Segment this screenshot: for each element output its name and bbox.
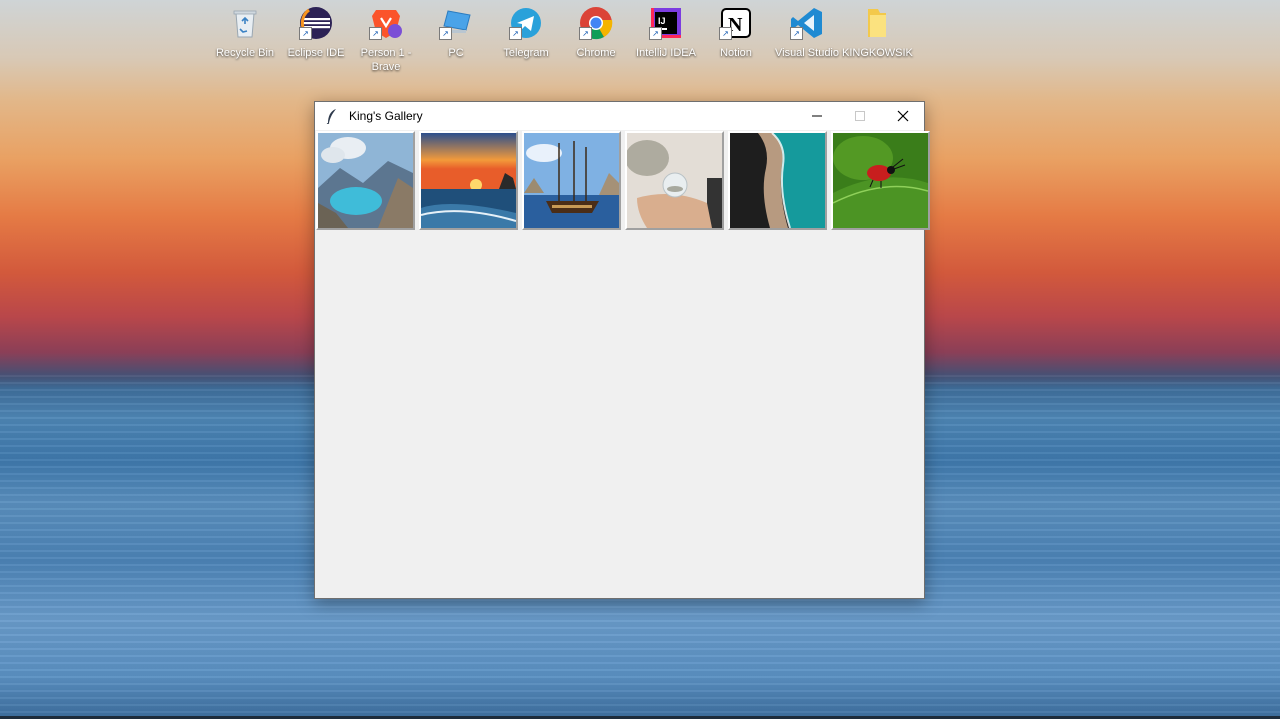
feather-icon — [323, 107, 341, 125]
shortcut-arrow-icon: ↗ — [439, 27, 452, 40]
desktop-icon-chrome[interactable]: ↗ Chrome — [561, 4, 631, 60]
desktop-icon-brave[interactable]: ↗ Person 1 - Brave — [351, 4, 421, 74]
desktop-icon-label: Visual Studio — [774, 47, 839, 59]
desktop-icon-label: Notion — [720, 47, 752, 59]
close-icon — [897, 110, 908, 122]
eclipse-icon: ↗ — [299, 6, 333, 40]
desktop-icon-recycle-bin[interactable]: Recycle Bin — [210, 4, 280, 60]
window-controls — [795, 102, 924, 130]
folder-icon — [860, 6, 894, 40]
desktop-icon-telegram[interactable]: ↗ Telegram — [491, 4, 561, 60]
sunset-beach-thumbnail[interactable] — [419, 131, 518, 230]
maximize-icon — [854, 111, 865, 121]
desktop-icon-intellij[interactable]: IJ ↗ IntelliJ IDEA — [631, 4, 701, 60]
pc-icon: ↗ — [439, 6, 473, 40]
notion-icon: N ↗ — [719, 6, 753, 40]
telegram-icon: ↗ — [509, 6, 543, 40]
shortcut-arrow-icon: ↗ — [579, 27, 592, 40]
shortcut-arrow-icon: ↗ — [649, 27, 662, 40]
maximize-button[interactable] — [838, 102, 881, 130]
desktop-icon-folder[interactable]: KINGKOWSIK — [842, 4, 913, 60]
vscode-icon: ↗ — [790, 6, 824, 40]
desktop-icon-label: Person 1 - Brave — [360, 47, 412, 73]
mountain-lake-thumbnail[interactable] — [316, 131, 415, 230]
shortcut-arrow-icon: ↗ — [790, 27, 803, 40]
window-title: King's Gallery — [349, 109, 423, 123]
desktop-icon-eclipse[interactable]: ↗ Eclipse IDE — [281, 4, 351, 60]
minimize-button[interactable] — [795, 102, 838, 130]
desktop-icon-label: Chrome — [576, 47, 616, 59]
shortcut-arrow-icon: ↗ — [369, 27, 382, 40]
desktop-icon-label: PC — [448, 47, 464, 59]
desktop: Recycle Bin ↗ Eclipse IDE ↗ Person 1 - B… — [0, 0, 1280, 719]
desktop-icon-notion[interactable]: N ↗ Notion — [701, 4, 771, 60]
desktop-icon-label: KINGKOWSIK — [842, 47, 913, 59]
crystal-ball-hand-thumbnail[interactable] — [625, 131, 724, 230]
gallery-window: King's Gallery — [314, 101, 930, 599]
desktop-icon-label: Recycle Bin — [215, 47, 275, 59]
desktop-icon-label: Eclipse IDE — [287, 47, 345, 59]
desktop-icon-pc[interactable]: ↗ PC — [421, 4, 491, 60]
brave-icon: ↗ — [369, 6, 403, 40]
desktop-icon-vscode[interactable]: ↗ Visual Studio — [772, 4, 842, 60]
sailing-ship-thumbnail[interactable] — [522, 131, 621, 230]
recycle-bin-icon — [228, 6, 262, 40]
title-bar[interactable]: King's Gallery — [315, 102, 924, 130]
close-button[interactable] — [881, 102, 924, 130]
intellij-icon: IJ ↗ — [649, 6, 683, 40]
desktop-icon-label: Telegram — [503, 47, 549, 59]
svg-text:IJ: IJ — [658, 16, 666, 26]
aerial-coast-thumbnail[interactable] — [728, 131, 827, 230]
desktop-icon-label: IntelliJ IDEA — [636, 47, 696, 59]
chrome-icon: ↗ — [579, 6, 613, 40]
ladybug-leaf-thumbnail[interactable] — [831, 131, 930, 230]
shortcut-arrow-icon: ↗ — [299, 27, 312, 40]
shortcut-arrow-icon: ↗ — [509, 27, 522, 40]
shortcut-arrow-icon: ↗ — [719, 27, 732, 40]
minimize-icon — [811, 115, 822, 117]
thumbnail-row — [316, 131, 934, 230]
